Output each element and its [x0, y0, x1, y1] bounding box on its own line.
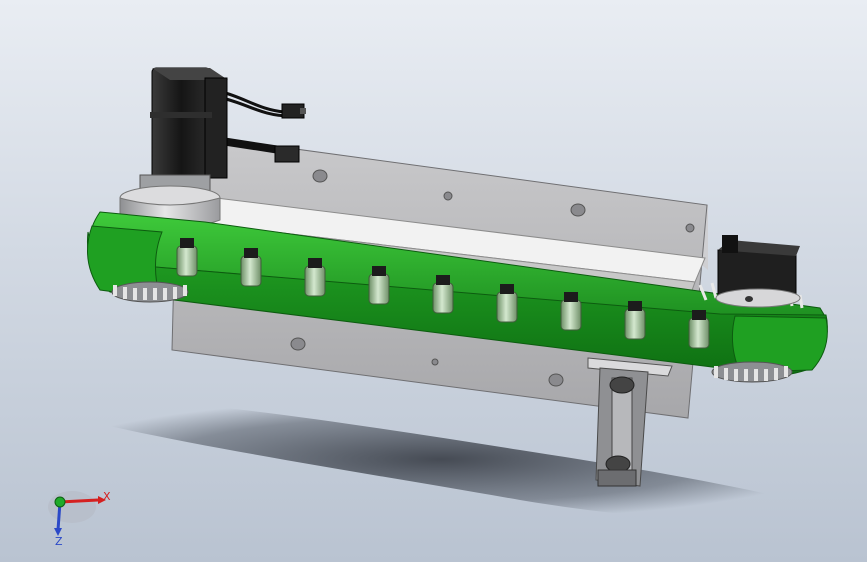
coordinate-triad: X Z	[48, 490, 111, 548]
chain-roller	[304, 258, 326, 297]
plate-hole	[685, 223, 695, 233]
model-viewport[interactable]: X Z	[0, 0, 867, 562]
plate-hole	[548, 373, 564, 387]
plate-hole	[431, 358, 439, 366]
left-sprocket[interactable]	[111, 281, 189, 303]
plate-hole	[443, 191, 453, 201]
ground-shadow	[45, 398, 835, 521]
plate-hole	[570, 203, 586, 217]
chain-roller	[496, 284, 518, 323]
tension-servo[interactable]	[715, 235, 801, 308]
triad-y-axis	[54, 496, 66, 508]
tension-hole	[745, 296, 753, 302]
chain-roller	[368, 266, 390, 305]
chain-roller	[432, 275, 454, 314]
chain-roller	[560, 292, 582, 331]
chain-roller	[240, 248, 262, 287]
chain-roller	[624, 301, 646, 340]
plate-hole	[290, 337, 306, 351]
cable-clamp[interactable]	[274, 145, 300, 163]
plate-hole	[312, 169, 328, 183]
cad-scene[interactable]: X Z	[0, 0, 867, 562]
triad-x-axis	[59, 498, 99, 504]
drive-motor[interactable]	[139, 67, 228, 192]
chain-roller	[688, 310, 710, 349]
triad-z-label: Z	[55, 535, 63, 548]
triad-x-label: X	[103, 490, 111, 503]
chain-roller	[176, 238, 198, 277]
